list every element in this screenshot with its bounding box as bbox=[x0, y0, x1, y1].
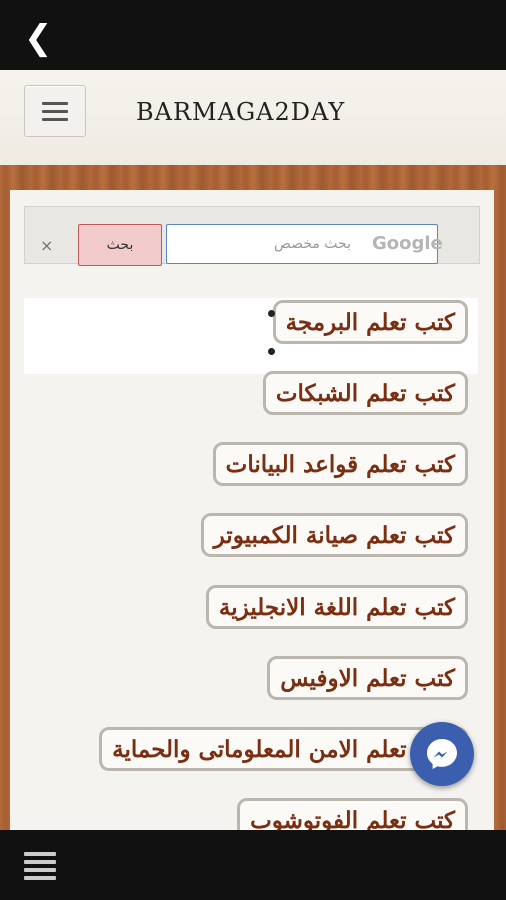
search-placeholder: بحث مخصص bbox=[274, 236, 351, 252]
back-button[interactable]: ❮ bbox=[24, 18, 64, 58]
category-office[interactable]: كتب تعلم الاوفيس bbox=[267, 656, 468, 700]
top-nav-bar: ❮ bbox=[0, 0, 506, 70]
category-databases[interactable]: كتب تعلم قواعد البيانات bbox=[212, 442, 468, 486]
bottom-menu-button[interactable] bbox=[24, 852, 56, 880]
search-button[interactable]: بحث bbox=[78, 224, 162, 266]
category-programming[interactable]: كتب تعلم البرمجة bbox=[272, 300, 468, 344]
hamburger-icon bbox=[42, 101, 68, 105]
google-brand-label: Google bbox=[372, 233, 443, 254]
close-icon[interactable]: × bbox=[40, 238, 53, 254]
category-computer-maintenance[interactable]: كتب تعلم صيانة الكمبيوتر bbox=[200, 513, 468, 557]
category-photoshop[interactable]: كتب تعلم الفوتوشوب bbox=[237, 798, 468, 830]
site-title: BARMAGA2DAY bbox=[136, 98, 346, 126]
selection-handle-icon[interactable] bbox=[268, 310, 275, 317]
menu-lines-icon bbox=[24, 852, 56, 856]
messenger-button[interactable] bbox=[410, 722, 474, 786]
category-english[interactable]: كتب تعلم اللغة الانجليزية bbox=[205, 585, 468, 629]
chevron-left-icon: ❮ bbox=[24, 18, 53, 58]
app-header: BARMAGA2DAY bbox=[0, 70, 506, 167]
selection-handle-icon[interactable] bbox=[268, 348, 275, 355]
category-networks[interactable]: كتب تعلم الشبكات bbox=[262, 371, 468, 415]
messenger-icon bbox=[427, 739, 457, 769]
bottom-bar bbox=[0, 830, 506, 900]
menu-button[interactable] bbox=[24, 85, 86, 137]
